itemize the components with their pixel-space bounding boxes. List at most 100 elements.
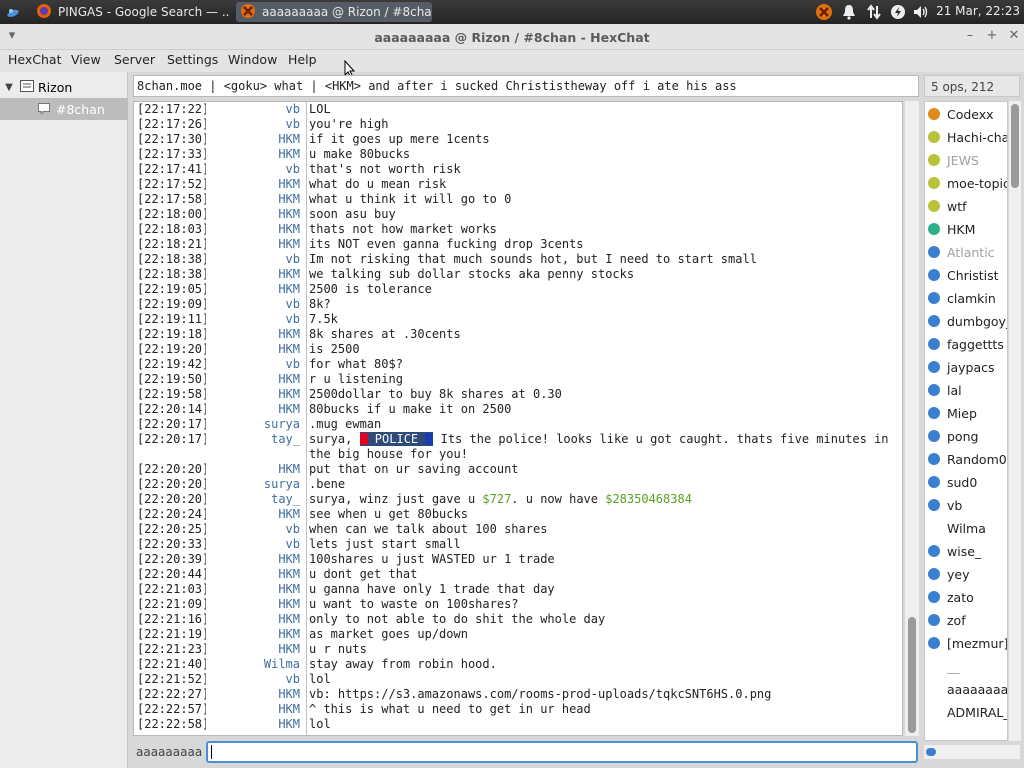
xfce-menu-icon[interactable] — [4, 3, 22, 21]
hexchat-icon[interactable] — [815, 3, 833, 21]
tree-server-rizon[interactable]: ▼ Rizon — [0, 76, 128, 98]
nick[interactable]: HKM — [206, 387, 303, 402]
nick[interactable]: HKM — [206, 552, 303, 567]
user-list-item[interactable]: vb — [925, 494, 1007, 516]
user-list-item[interactable]: Hachi-cha — [925, 126, 1007, 148]
user-list-item[interactable]: faggettts — [925, 333, 1007, 355]
message-input[interactable] — [206, 741, 918, 763]
user-list-item[interactable]: wise_ — [925, 540, 1007, 562]
tree-channel-8chan[interactable]: #8chan — [0, 98, 128, 120]
nick[interactable]: vb — [206, 102, 303, 117]
userlist-hscroll-thumb[interactable] — [926, 748, 936, 756]
nick[interactable]: HKM — [206, 567, 303, 582]
nick[interactable]: HKM — [206, 282, 303, 297]
userlist-scroll-thumb[interactable] — [1011, 104, 1019, 188]
user-list-item[interactable]: moe-topic — [925, 172, 1007, 194]
user-list-item[interactable]: yey — [925, 563, 1007, 585]
chat-scroll-thumb[interactable] — [908, 617, 916, 733]
nick[interactable]: HKM — [206, 207, 303, 222]
nick[interactable]: vb — [206, 312, 303, 327]
user-list-item[interactable]: Christist — [925, 264, 1007, 286]
minimize-icon[interactable]: – — [962, 28, 978, 44]
clock[interactable]: 21 Mar, 22:23 — [936, 4, 1020, 18]
user-list-item[interactable]: Codexx — [925, 103, 1007, 125]
user-list-item[interactable]: __ — [925, 655, 1007, 677]
window-titlebar[interactable]: ▾ aaaaaaaaa @ Rizon / #8chan - HexChat –… — [0, 24, 1024, 50]
user-list-item[interactable]: pong — [925, 425, 1007, 447]
nick[interactable]: vb — [206, 672, 303, 687]
user-list-item[interactable]: [mezmur] — [925, 632, 1007, 654]
nick[interactable]: Wilma — [206, 657, 303, 672]
nick[interactable]: HKM — [206, 192, 303, 207]
nick[interactable]: HKM — [206, 342, 303, 357]
menu-window[interactable]: Window — [228, 52, 277, 67]
close-icon[interactable]: ✕ — [1006, 28, 1022, 44]
volume-icon[interactable] — [912, 3, 930, 21]
user-list-item[interactable]: aaaaaaaaa — [925, 678, 1007, 700]
power-icon[interactable] — [889, 3, 907, 21]
nick[interactable]: HKM — [206, 627, 303, 642]
nick[interactable]: HKM — [206, 267, 303, 282]
nick[interactable]: HKM — [206, 642, 303, 657]
user-list-item[interactable]: dumbgoy_ — [925, 310, 1007, 332]
nick[interactable]: surya — [206, 417, 303, 432]
taskbar-app-hexchat[interactable]: aaaaaaaaa @ Rizon / #8cha... — [236, 2, 432, 22]
user-list-item[interactable]: Atlantic — [925, 241, 1007, 263]
nick[interactable]: HKM — [206, 687, 303, 702]
nick[interactable]: vb — [206, 117, 303, 132]
menu-view[interactable]: View — [71, 52, 101, 67]
nick[interactable]: HKM — [206, 462, 303, 477]
user-list-item[interactable]: lal — [925, 379, 1007, 401]
user-list-item[interactable]: Random024 — [925, 448, 1007, 470]
user-list-item[interactable]: Wilma — [925, 517, 1007, 539]
nick[interactable]: HKM — [206, 597, 303, 612]
network-icon[interactable] — [865, 3, 883, 21]
expander-icon[interactable]: ▼ — [0, 82, 18, 93]
nick[interactable]: vb — [206, 252, 303, 267]
user-list-item[interactable]: Miep — [925, 402, 1007, 424]
user-list-item[interactable]: sud0 — [925, 471, 1007, 493]
nick[interactable]: HKM — [206, 237, 303, 252]
user-list[interactable]: Codexx Hachi-cha JEWS moe-topic wtf HKM Atlant… — [924, 101, 1008, 741]
user-list-item[interactable]: JEWS — [925, 149, 1007, 171]
bell-icon[interactable] — [840, 3, 858, 21]
nick[interactable]: surya — [206, 477, 303, 492]
nick[interactable]: HKM — [206, 402, 303, 417]
nick-separator[interactable] — [306, 102, 307, 735]
nick[interactable]: HKM — [206, 177, 303, 192]
nick[interactable]: vb — [206, 537, 303, 552]
user-list-item[interactable]: clamkin — [925, 287, 1007, 309]
nick[interactable]: vb — [206, 522, 303, 537]
nick[interactable]: HKM — [206, 612, 303, 627]
userlist-scrollbar[interactable] — [1009, 101, 1021, 741]
menu-help[interactable]: Help — [288, 52, 317, 67]
topic-field[interactable]: 8chan.moe | <goku> what | <HKM> and afte… — [133, 75, 919, 97]
nick[interactable]: HKM — [206, 222, 303, 237]
nick-button[interactable]: aaaaaaaaa — [136, 743, 206, 761]
menu-settings[interactable]: Settings — [167, 52, 218, 67]
nick[interactable]: HKM — [206, 717, 303, 732]
nick[interactable]: vb — [206, 357, 303, 372]
nick[interactable]: tay_ — [206, 432, 303, 462]
chat-log[interactable]: [22:17:22] vb LOL [22:17:26] vb you're high [2… — [133, 101, 903, 736]
user-list-item[interactable]: ADMIRAL_H — [925, 701, 1007, 723]
maximize-icon[interactable]: + — [984, 28, 1000, 44]
nick[interactable]: HKM — [206, 132, 303, 147]
user-list-item[interactable]: zof — [925, 609, 1007, 631]
taskbar-app-firefox[interactable]: PINGAS - Google Search — ... — [36, 2, 230, 22]
menu-server[interactable]: Server — [114, 52, 155, 67]
menu-hexchat[interactable]: HexChat — [8, 52, 61, 67]
user-list-item[interactable]: wtf — [925, 195, 1007, 217]
user-list-item[interactable]: zato — [925, 586, 1007, 608]
nick[interactable]: HKM — [206, 582, 303, 597]
chat-scrollbar[interactable] — [905, 101, 919, 736]
user-list-item[interactable]: HKM — [925, 218, 1007, 240]
nick[interactable]: HKM — [206, 372, 303, 387]
nick[interactable]: vb — [206, 297, 303, 312]
nick[interactable]: tay_ — [206, 492, 303, 507]
userlist-hscrollbar[interactable] — [924, 745, 1020, 759]
nick[interactable]: HKM — [206, 702, 303, 717]
user-list-item[interactable]: jaypacs — [925, 356, 1007, 378]
nick[interactable]: HKM — [206, 147, 303, 162]
nick[interactable]: HKM — [206, 327, 303, 342]
